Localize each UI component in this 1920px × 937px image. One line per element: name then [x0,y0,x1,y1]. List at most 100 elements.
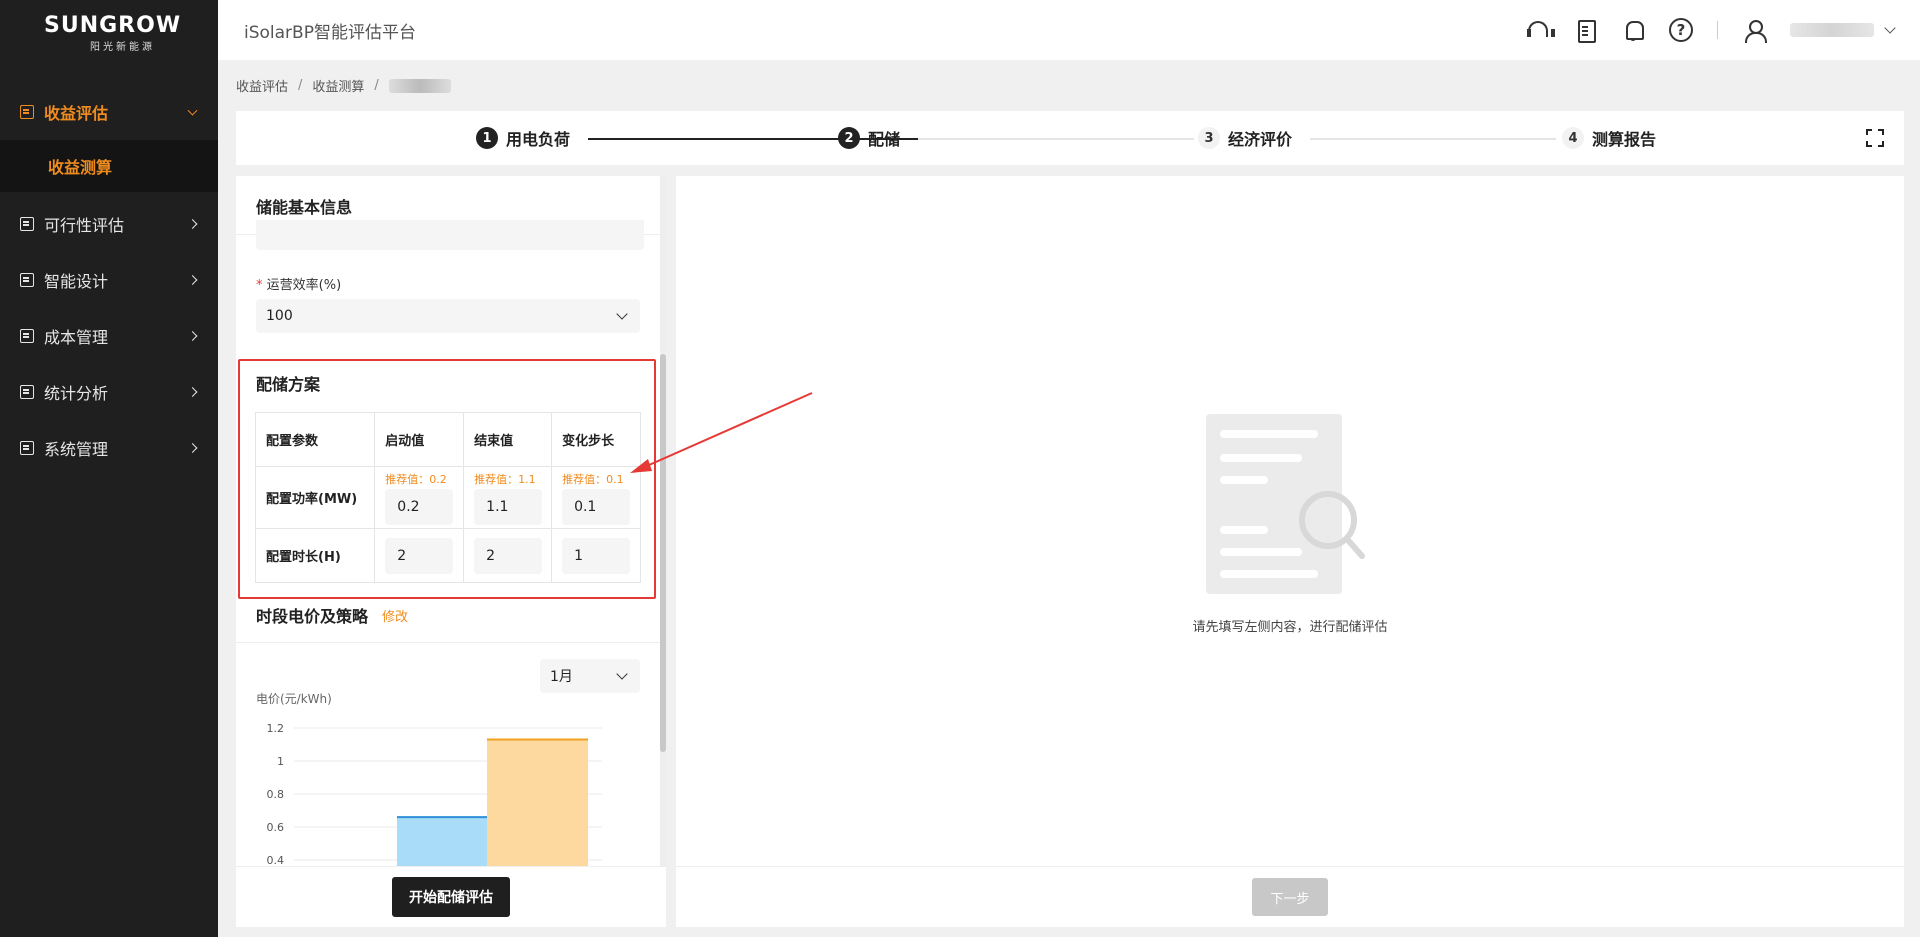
chevron-down-icon [616,308,628,320]
duration-start-input[interactable]: 2 [385,537,454,574]
cell-power-start: 推荐值：0.2 0.2 [374,466,465,529]
recommended-hint: 推荐值：1.1 [474,472,536,486]
scrollbar[interactable] [660,176,666,866]
sidebar-item-cost-management[interactable]: 成本管理 [0,308,218,364]
chart-y-tick-label: 1 [277,755,284,768]
cell-power-end: 推荐值：1.1 1.1 [463,466,553,529]
breadcrumb-item[interactable]: 收益评估 [236,76,288,95]
sidebar-item-label: 成本管理 [44,328,109,347]
scrollbar-thumb[interactable] [660,354,666,752]
recommended-hint: 推荐值：0.1 [562,472,624,486]
username-redacted[interactable] [1790,23,1874,37]
month-select[interactable]: 1月 [540,659,640,693]
power-step-input[interactable]: 0.1 [562,488,631,525]
header-start: 启动值 [374,412,465,467]
sidebar-item-statistics[interactable]: 统计分析 [0,364,218,420]
divider [236,642,660,643]
sidebar: SUNGROW 阳光新能源 收益评估 收益测算 可行性评估 智能设计 成本管理 … [0,0,218,937]
cell-duration-step: 1 [551,528,641,583]
user-icon[interactable] [1742,18,1767,43]
revenue-icon [20,105,34,119]
tariff-edit-link[interactable]: 修改 [382,606,408,625]
duration-end-input[interactable]: 2 [474,537,543,574]
row-label-power: 配置功率(MW) [254,466,376,529]
sidebar-subitem-revenue-calculation[interactable]: 收益测算 [0,140,218,192]
header-end: 结束值 [463,412,553,467]
power-end-input[interactable]: 1.1 [474,488,543,525]
step-report[interactable]: 4 测算报告 [1562,111,1656,165]
monitor-icon [20,385,34,399]
sidebar-item-label: 收益评估 [44,104,109,123]
chevron-down-icon[interactable] [1884,22,1896,34]
table-header-row: 配置参数 启动值 结束值 变化步长 [254,412,641,467]
sidebar-item-label: 统计分析 [44,384,109,403]
step-number: 2 [838,127,860,149]
sidebar-item-smart-design[interactable]: 智能设计 [0,252,218,308]
step-number: 3 [1198,127,1220,149]
headset-icon[interactable] [1525,18,1555,42]
efficiency-value: 100 [266,308,293,324]
top-header: iSolarBP智能评估平台 ? [218,0,1920,60]
row-label-duration: 配置时长(H) [254,528,376,583]
chevron-right-icon [187,443,198,453]
cost-icon [20,329,34,343]
logo-brand: SUNGROW [44,13,182,38]
duration-step-input[interactable]: 1 [562,537,631,574]
month-value: 1月 [550,669,573,685]
cell-power-step: 推荐值：0.1 0.1 [551,466,641,529]
sungrow-logo: SUNGROW 阳光新能源 [0,0,218,62]
chevron-right-icon [187,387,198,397]
breadcrumb-separator: / [298,78,303,93]
header-divider [1717,21,1718,39]
chart-bar [397,817,487,866]
breadcrumb-item[interactable]: 收益测算 [312,76,364,95]
plan-title: 配储方案 [256,375,321,394]
next-step-button[interactable]: 下一步 [1252,878,1328,916]
plan-table: 配置参数 启动值 结束值 变化步长 配置功率(MW) 推荐值：0.2 0.2 推… [254,412,641,583]
tariff-chart: 1.2 1 0.8 0.6 0.4 [267,722,602,866]
app-title: iSolarBP智能评估平台 [244,22,416,43]
step-label: 配储 [868,130,901,149]
chart-y-tick-label: 0.4 [267,854,285,866]
step-label: 测算报告 [1592,130,1657,149]
design-icon [20,273,34,287]
step-storage[interactable]: 2 配储 [838,111,900,165]
step-load[interactable]: 1 用电负荷 [476,111,570,165]
chart-y-tick-label: 0.8 [267,788,285,801]
efficiency-select[interactable]: 100 [256,299,640,333]
start-evaluation-button[interactable]: 开始配储评估 [392,877,510,917]
chart-bar [487,739,588,866]
header-param: 配置参数 [254,412,376,467]
sidebar-item-feasibility[interactable]: 可行性评估 [0,196,218,252]
efficiency-label: * 运营效率(%) [256,278,342,293]
table-row: 配置时长(H) 2 2 1 [254,528,641,583]
document-icon[interactable] [1573,18,1597,43]
step-connector [918,138,1194,140]
logo-subtitle: 阳光新能源 [90,42,155,53]
fullscreen-icon[interactable] [1866,129,1884,147]
help-icon[interactable]: ? [1669,18,1693,42]
chart-y-tick-label: 1.2 [267,722,285,735]
bell-icon[interactable] [1621,18,1645,42]
chart-y-tick-label: 0.6 [267,821,285,834]
table-row: 配置功率(MW) 推荐值：0.2 0.2 推荐值：1.1 1.1 推荐值：0.1… [254,466,641,529]
step-connector [1310,138,1556,140]
sidebar-item-label: 智能设计 [44,272,109,291]
sidebar-subitem-label: 收益测算 [48,158,113,177]
sidebar-item-revenue-evaluation[interactable]: 收益评估 [0,84,218,140]
header-tools: ? [1525,0,1896,60]
tariff-header: 时段电价及策略 修改 [256,603,408,627]
tariff-title: 时段电价及策略 [256,607,369,626]
power-start-input[interactable]: 0.2 [385,488,454,525]
sidebar-item-system-management[interactable]: 系统管理 [0,420,218,476]
progress-steps: 1 用电负荷 2 配储 3 经济评价 4 测算报告 [236,111,1904,165]
chevron-right-icon [187,331,198,341]
chart-icon [20,217,34,231]
result-panel [676,176,1904,866]
cell-duration-end: 2 [463,528,553,583]
breadcrumb: 收益评估 / 收益测算 / [236,76,451,95]
truncated-field [256,220,644,250]
breadcrumb-separator: / [374,78,379,93]
step-economic[interactable]: 3 经济评价 [1198,111,1292,165]
storage-info-title: 储能基本信息 [256,198,353,217]
